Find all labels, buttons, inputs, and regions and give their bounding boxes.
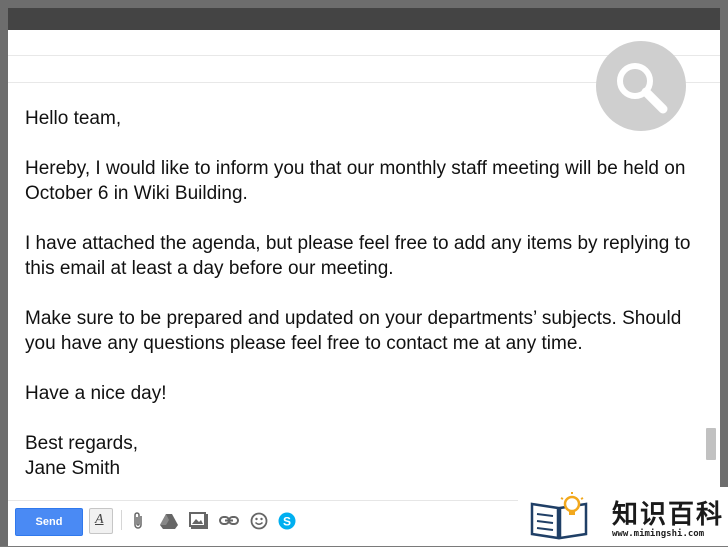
greeting: Hello team, [25,108,122,129]
paragraph-preparation: Make sure to be prepared and updated on … [25,308,682,354]
watermark-title: 知识百科 [612,500,725,530]
drive-icon[interactable] [158,510,180,532]
link-icon[interactable] [218,510,240,532]
watermark-url: www.mimingshi.com [612,529,705,539]
attach-icon[interactable] [128,510,150,532]
watermark: 知识百科 www.mimingshi.com [518,487,728,546]
book-bulb-logo-icon [528,490,594,547]
message-body[interactable]: Hello team, Hereby, I would like to info… [25,106,695,481]
screen-frame: Hello team, Hereby, I would like to info… [0,0,728,546]
paragraph-agenda: I have attached the agenda, but please f… [25,233,691,279]
window-titlebar [8,8,720,30]
photo-icon[interactable] [188,510,210,532]
compose-window: Hello team, Hereby, I would like to info… [8,30,720,546]
paragraph-meeting-info: Hereby, I would like to inform you that … [25,158,686,204]
skype-icon[interactable]: S [276,510,298,532]
formatting-icon[interactable]: A [89,508,113,534]
sign-off: Best regards, [25,433,138,454]
magnifier-icon [596,41,686,131]
svg-text:S: S [283,515,291,529]
scrollbar-thumb[interactable] [706,428,716,460]
signature: Jane Smith [25,458,121,479]
closing-wish: Have a nice day! [25,383,167,404]
send-button[interactable]: Send [15,508,83,536]
emoji-icon[interactable] [248,510,270,532]
toolbar-separator [121,510,122,530]
